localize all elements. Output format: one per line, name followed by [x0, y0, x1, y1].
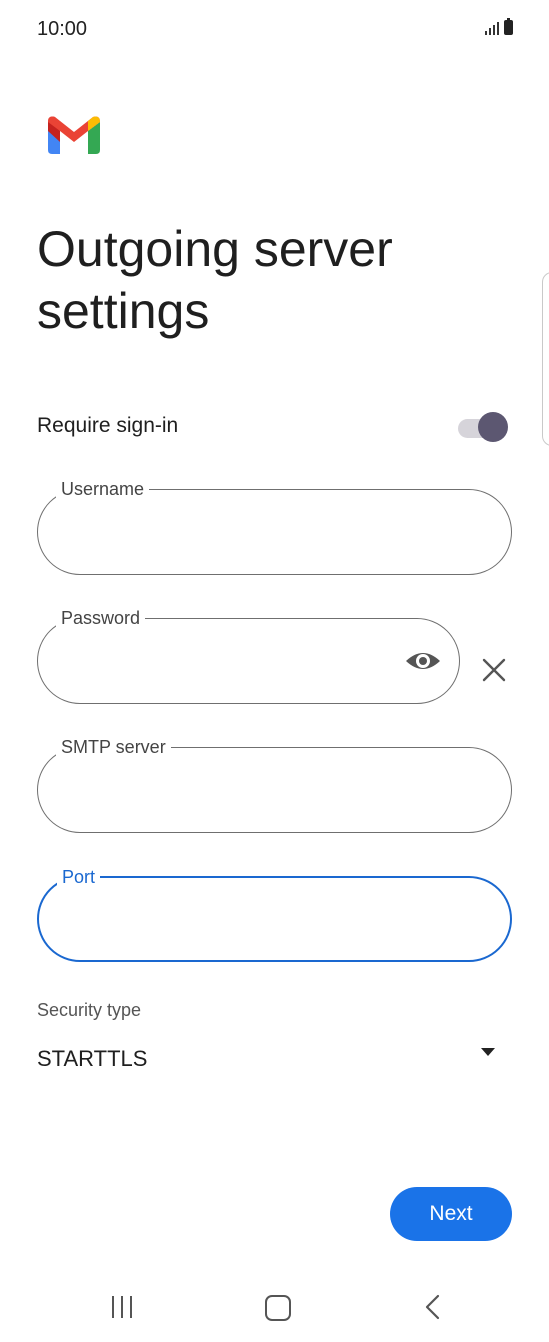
require-signin-toggle[interactable] — [458, 412, 508, 442]
back-icon[interactable] — [422, 1294, 446, 1320]
caret-down-icon — [481, 1048, 495, 1056]
battery-icon — [504, 18, 513, 35]
username-field[interactable]: Username — [37, 478, 512, 575]
system-nav-bar — [0, 1270, 549, 1342]
security-type-value: STARTTLS — [37, 1046, 148, 1071]
port-field[interactable]: Port — [37, 866, 512, 962]
home-icon[interactable] — [265, 1295, 291, 1321]
status-icons — [485, 18, 513, 35]
next-button[interactable]: Next — [390, 1187, 512, 1241]
signal-icon — [485, 21, 499, 35]
security-type-dropdown[interactable]: STARTTLS — [37, 1040, 499, 1080]
edge-panel-handle[interactable] — [542, 272, 549, 446]
username-input[interactable] — [62, 510, 491, 556]
port-label: Port — [57, 866, 101, 888]
password-label: Password — [56, 607, 146, 629]
toggle-thumb — [478, 412, 508, 442]
smtp-server-label: SMTP server — [56, 736, 171, 758]
require-signin-row: Require sign-in — [37, 404, 509, 448]
status-bar: 10:00 — [0, 0, 549, 56]
password-input[interactable] — [62, 639, 386, 685]
gmail-logo-icon — [48, 116, 100, 154]
smtp-server-field[interactable]: SMTP server — [37, 736, 512, 833]
eye-icon[interactable] — [405, 645, 441, 677]
security-type-label: Security type — [37, 1000, 142, 1020]
smtp-server-input[interactable] — [62, 768, 491, 814]
username-label: Username — [56, 478, 150, 500]
page-title: Outgoing server settings — [37, 221, 393, 339]
port-input[interactable] — [63, 898, 490, 944]
require-signin-label: Require sign-in — [37, 414, 179, 437]
recents-icon[interactable] — [112, 1296, 132, 1318]
close-icon[interactable] — [480, 656, 508, 684]
password-field[interactable]: Password — [37, 607, 460, 704]
status-time: 10:00 — [37, 18, 88, 40]
